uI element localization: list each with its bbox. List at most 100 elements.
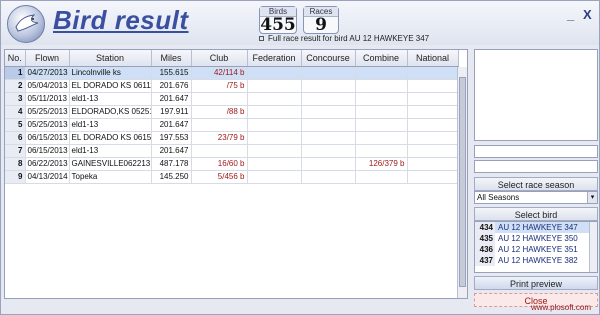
- cell-club: [191, 144, 248, 158]
- bird-number: 435: [475, 233, 495, 244]
- cell-club: /88 b: [191, 105, 248, 119]
- col-federation[interactable]: Federation: [247, 50, 302, 67]
- cell-club: 23/79 b: [191, 131, 248, 145]
- cell-combine: [355, 66, 408, 80]
- bird-list: 434 AU 12 HAWKEYE 347 435 AU 12 HAWKEYE 350…: [474, 221, 598, 273]
- cell-flown: 04/27/2013: [25, 66, 70, 80]
- cell-miles: 201.647: [151, 92, 192, 106]
- table-row[interactable]: 9 04/13/2014 Topeka 145.250 5/456 b: [5, 170, 459, 184]
- pigeon-logo-icon: [7, 5, 45, 43]
- col-no[interactable]: No.: [5, 50, 26, 67]
- races-counter-value: 9: [315, 15, 327, 35]
- cell-national: [407, 170, 459, 184]
- grid-scrollbar[interactable]: [457, 67, 467, 298]
- cell-no: 9: [5, 170, 26, 184]
- cell-flown: 06/22/2013: [25, 157, 70, 171]
- select-bird-label: Select bird: [474, 207, 598, 221]
- cell-national: [407, 79, 459, 93]
- table-row[interactable]: 5 05/25/2013 eld1-13 201.647: [5, 118, 459, 132]
- col-flown[interactable]: Flown: [25, 50, 70, 67]
- results-body: 1 04/27/2013 Lincolnville ks 155.615 42/114 …: [5, 66, 459, 184]
- bird-number: 434: [475, 222, 495, 233]
- cell-national: [407, 66, 459, 80]
- cell-federation: [247, 170, 302, 184]
- cell-national: [407, 131, 459, 145]
- cell-flown: 05/25/2013: [25, 105, 70, 119]
- table-row[interactable]: 4 05/25/2013 ELDORADO,KS 052513 197.911/88 …: [5, 105, 459, 119]
- bird-list-item[interactable]: 437 AU 12 HAWKEYE 382: [475, 255, 597, 266]
- chevron-down-icon[interactable]: ▾: [587, 192, 597, 203]
- minimize-button[interactable]: _: [567, 7, 574, 22]
- cell-miles: 197.911: [151, 105, 192, 119]
- cell-club: [191, 118, 248, 132]
- season-select[interactable]: All Seasons ▾: [474, 191, 598, 204]
- col-concourse[interactable]: Concourse: [301, 50, 356, 67]
- bird-info-field-1: [474, 145, 598, 158]
- cell-no: 3: [5, 92, 26, 106]
- cell-club: /75 b: [191, 79, 248, 93]
- cell-station: Topeka: [69, 170, 152, 184]
- col-national[interactable]: National: [407, 50, 459, 67]
- table-row[interactable]: 1 04/27/2013 Lincolnville ks 155.615 42/114 …: [5, 66, 459, 80]
- close-window-button[interactable]: X: [583, 7, 592, 22]
- footer-url[interactable]: www.plosoft.com: [531, 303, 591, 312]
- cell-station: EL DORADO KS 06111: [69, 79, 152, 93]
- cell-concourse: [301, 118, 356, 132]
- cell-miles: 155.615: [151, 66, 192, 80]
- cell-concourse: [301, 144, 356, 158]
- col-combine[interactable]: Combine: [355, 50, 408, 67]
- cell-concourse: [301, 157, 356, 171]
- cell-no: 8: [5, 157, 26, 171]
- cell-station: EL DORADO KS 06151: [69, 131, 152, 145]
- cell-miles: 201.647: [151, 144, 192, 158]
- cell-club: 5/456 b: [191, 170, 248, 184]
- bird-list-scrollbar[interactable]: [589, 222, 597, 272]
- cell-no: 7: [5, 144, 26, 158]
- table-row[interactable]: 7 06/15/2013 eld1-13 201.647: [5, 144, 459, 158]
- col-station[interactable]: Station: [69, 50, 152, 67]
- cell-federation: [247, 118, 302, 132]
- print-preview-button[interactable]: Print preview: [474, 276, 598, 290]
- col-club[interactable]: Club: [191, 50, 248, 67]
- bird-result-window: Bird result Birds 455 Races 9 Full race …: [0, 0, 600, 315]
- season-select-value: All Seasons: [477, 193, 520, 202]
- cell-concourse: [301, 105, 356, 119]
- info-square-icon: [259, 36, 264, 42]
- cell-miles: 201.647: [151, 118, 192, 132]
- birds-counter: Birds 455: [259, 6, 297, 34]
- bird-list-item[interactable]: 434 AU 12 HAWKEYE 347: [475, 222, 597, 233]
- table-row[interactable]: 8 06/22/2013 GAINESVILLE062213 487.178 16/60…: [5, 157, 459, 171]
- race-info-text: Full race result for bird AU 12 HAWKEYE …: [268, 34, 430, 43]
- cell-federation: [247, 66, 302, 80]
- bird-list-item[interactable]: 435 AU 12 HAWKEYE 350: [475, 233, 597, 244]
- page-title: Bird result: [53, 5, 189, 35]
- cell-national: [407, 92, 459, 106]
- cell-combine: [355, 144, 408, 158]
- cell-combine: [355, 79, 408, 93]
- scrollbar-thumb[interactable]: [459, 77, 466, 287]
- header-bar: Bird result Birds 455 Races 9 Full race …: [1, 1, 599, 45]
- races-counter: Races 9: [303, 6, 339, 34]
- bird-list-item[interactable]: 436 AU 12 HAWKEYE 351: [475, 244, 597, 255]
- race-results-grid: No. Flown Station Miles Club Federation …: [4, 49, 468, 299]
- cell-no: 2: [5, 79, 26, 93]
- cell-federation: [247, 144, 302, 158]
- table-row[interactable]: 6 06/15/2013 EL DORADO KS 06151 197.553 23/7…: [5, 131, 459, 145]
- table-row[interactable]: 3 05/11/2013 eld1-13 201.647: [5, 92, 459, 106]
- cell-miles: 197.553: [151, 131, 192, 145]
- col-miles[interactable]: Miles: [151, 50, 192, 67]
- cell-station: Lincolnville ks: [69, 66, 152, 80]
- cell-combine: [355, 170, 408, 184]
- cell-concourse: [301, 92, 356, 106]
- table-row[interactable]: 2 05/04/2013 EL DORADO KS 06111 201.676/75 …: [5, 79, 459, 93]
- cell-station: eld1-13: [69, 144, 152, 158]
- bird-name: AU 12 HAWKEYE 350: [498, 234, 578, 243]
- cell-flown: 05/04/2013: [25, 79, 70, 93]
- birds-counter-value: 455: [260, 15, 296, 35]
- cell-no: 6: [5, 131, 26, 145]
- cell-combine: [355, 92, 408, 106]
- cell-no: 4: [5, 105, 26, 119]
- cell-club: 16/60 b: [191, 157, 248, 171]
- bird-info-field-2: [474, 160, 598, 173]
- cell-station: eld1-13: [69, 118, 152, 132]
